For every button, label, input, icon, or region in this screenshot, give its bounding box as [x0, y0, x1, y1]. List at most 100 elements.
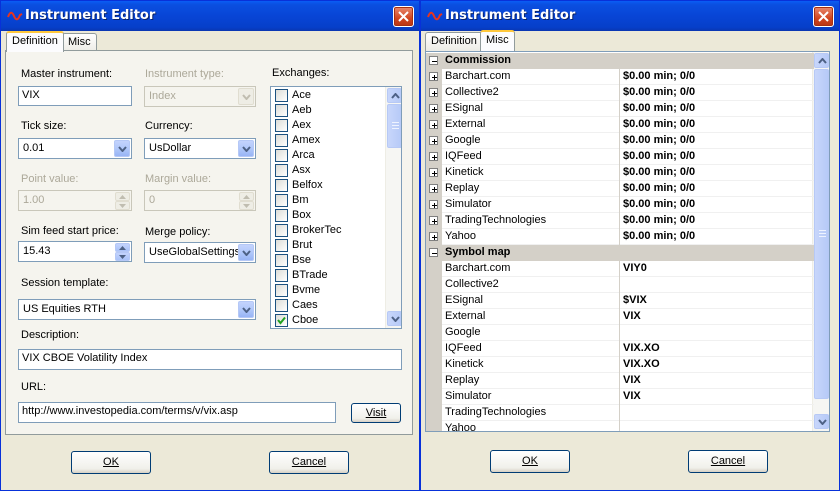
exchange-checkbox[interactable]: [275, 299, 288, 312]
symbol-map-row[interactable]: Kinetick VIX.XO: [426, 357, 814, 373]
symbol-map-value[interactable]: VIX: [623, 310, 641, 322]
scroll-down-button[interactable]: [387, 311, 401, 326]
exchange-item-btrade[interactable]: BTrade: [273, 268, 383, 283]
symbol-map-row[interactable]: Replay VIX: [426, 373, 814, 389]
commission-row[interactable]: Kinetick $0.00 min; 0/0: [426, 165, 814, 181]
exchange-item-bvme[interactable]: Bvme: [273, 283, 383, 298]
commission-row[interactable]: Collective2 $0.00 min; 0/0: [426, 85, 814, 101]
tab-definition[interactable]: Definition: [425, 32, 483, 51]
commission-value[interactable]: $0.00 min; 0/0: [623, 182, 695, 194]
exchange-checkbox[interactable]: [275, 179, 288, 192]
symbol-map-row[interactable]: External VIX: [426, 309, 814, 325]
exchange-checkbox[interactable]: [275, 149, 288, 162]
exchange-item-amex[interactable]: Amex: [273, 133, 383, 148]
commission-value[interactable]: $0.00 min; 0/0: [623, 118, 695, 130]
expand-icon[interactable]: [429, 232, 438, 241]
exchange-checkbox[interactable]: [275, 284, 288, 297]
exchange-item-aex[interactable]: Aex: [273, 118, 383, 133]
symbol-map-value[interactable]: VIX.XO: [623, 358, 660, 370]
ok-button[interactable]: OK: [71, 451, 151, 474]
tab-misc[interactable]: Misc: [480, 30, 515, 51]
tick-size-select[interactable]: 0.01: [18, 138, 132, 159]
symbol-map-row[interactable]: Barchart.com VIY0: [426, 261, 814, 277]
category-commission[interactable]: Commission: [426, 53, 814, 69]
cancel-button[interactable]: Cancel: [269, 451, 349, 474]
exchange-item-arca[interactable]: Arca: [273, 148, 383, 163]
exchange-checkbox[interactable]: [275, 119, 288, 132]
exchange-checkbox[interactable]: [275, 314, 288, 327]
exchanges-list[interactable]: Ace Aeb Aex Amex Arca Asx Belfox Bm Box BrokerTec…: [270, 86, 402, 329]
exchange-item-cboe[interactable]: Cboe: [273, 313, 383, 328]
category-symbol-map[interactable]: Symbol map: [426, 245, 814, 261]
margin-value-stepper[interactable]: 0: [144, 190, 256, 211]
exchange-checkbox[interactable]: [275, 209, 288, 222]
commission-row[interactable]: Replay $0.00 min; 0/0: [426, 181, 814, 197]
collapse-icon[interactable]: [429, 56, 438, 65]
symbol-map-row[interactable]: Yahoo: [426, 421, 814, 431]
exchange-item-brut[interactable]: Brut: [273, 238, 383, 253]
exchange-checkbox[interactable]: [275, 269, 288, 282]
symbol-map-row[interactable]: Simulator VIX: [426, 389, 814, 405]
commission-row[interactable]: ESignal $0.00 min; 0/0: [426, 101, 814, 117]
commission-value[interactable]: $0.00 min; 0/0: [623, 150, 695, 162]
commission-value[interactable]: $0.00 min; 0/0: [623, 198, 695, 210]
spin-up-icon[interactable]: [115, 243, 130, 252]
commission-row[interactable]: TradingTechnologies $0.00 min; 0/0: [426, 213, 814, 229]
exchange-checkbox[interactable]: [275, 164, 288, 177]
scroll-thumb[interactable]: [387, 104, 401, 148]
expand-icon[interactable]: [429, 88, 438, 97]
exchange-checkbox[interactable]: [275, 224, 288, 237]
exchange-item-caes[interactable]: Caes: [273, 298, 383, 313]
exchange-item-brokertec[interactable]: BrokerTec: [273, 223, 383, 238]
expand-icon[interactable]: [429, 200, 438, 209]
visit-button[interactable]: Visit: [351, 403, 401, 423]
spin-down-icon[interactable]: [115, 252, 130, 261]
exchange-item-box[interactable]: Box: [273, 208, 383, 223]
ok-button[interactable]: OK: [490, 450, 570, 473]
commission-value[interactable]: $0.00 min; 0/0: [623, 230, 695, 242]
expand-icon[interactable]: [429, 168, 438, 177]
symbol-map-row[interactable]: Google: [426, 325, 814, 341]
commission-value[interactable]: $0.00 min; 0/0: [623, 214, 695, 226]
expand-icon[interactable]: [429, 72, 438, 81]
commission-row[interactable]: Barchart.com $0.00 min; 0/0: [426, 69, 814, 85]
symbol-map-row[interactable]: TradingTechnologies: [426, 405, 814, 421]
exchanges-scrollbar[interactable]: [385, 87, 401, 328]
commission-value[interactable]: $0.00 min; 0/0: [623, 86, 695, 98]
close-button[interactable]: [813, 6, 834, 27]
symbol-map-value[interactable]: VIX.XO: [623, 342, 660, 354]
exchange-checkbox[interactable]: [275, 104, 288, 117]
symbol-map-value[interactable]: $VIX: [623, 294, 647, 306]
expand-icon[interactable]: [429, 120, 438, 129]
scroll-thumb[interactable]: [814, 69, 829, 399]
exchange-item-asx[interactable]: Asx: [273, 163, 383, 178]
collapse-icon[interactable]: [429, 248, 438, 257]
title-bar[interactable]: Instrument Editor: [1, 1, 419, 31]
commission-row[interactable]: External $0.00 min; 0/0: [426, 117, 814, 133]
expand-icon[interactable]: [429, 136, 438, 145]
expand-icon[interactable]: [429, 152, 438, 161]
commission-value[interactable]: $0.00 min; 0/0: [623, 166, 695, 178]
exchange-checkbox[interactable]: [275, 134, 288, 147]
symbol-map-row[interactable]: IQFeed VIX.XO: [426, 341, 814, 357]
commission-row[interactable]: Simulator $0.00 min; 0/0: [426, 197, 814, 213]
currency-select[interactable]: UsDollar: [144, 138, 256, 159]
grid-scrollbar[interactable]: [812, 52, 829, 431]
expand-icon[interactable]: [429, 216, 438, 225]
exchange-item-aeb[interactable]: Aeb: [273, 103, 383, 118]
tab-definition[interactable]: Definition: [6, 31, 64, 52]
merge-policy-select[interactable]: UseGlobalSettings: [144, 242, 256, 263]
exchange-item-belfox[interactable]: Belfox: [273, 178, 383, 193]
cancel-button[interactable]: Cancel: [688, 450, 768, 473]
symbol-map-value[interactable]: VIX: [623, 374, 641, 386]
symbol-map-value[interactable]: VIY0: [623, 262, 647, 274]
title-bar[interactable]: Instrument Editor: [421, 1, 839, 31]
scroll-up-button[interactable]: [814, 53, 829, 68]
scroll-down-button[interactable]: [814, 414, 829, 429]
commission-value[interactable]: $0.00 min; 0/0: [623, 134, 695, 146]
exchange-checkbox[interactable]: [275, 89, 288, 102]
commission-row[interactable]: IQFeed $0.00 min; 0/0: [426, 149, 814, 165]
symbol-map-row[interactable]: Collective2: [426, 277, 814, 293]
commission-value[interactable]: $0.00 min; 0/0: [623, 102, 695, 114]
expand-icon[interactable]: [429, 184, 438, 193]
